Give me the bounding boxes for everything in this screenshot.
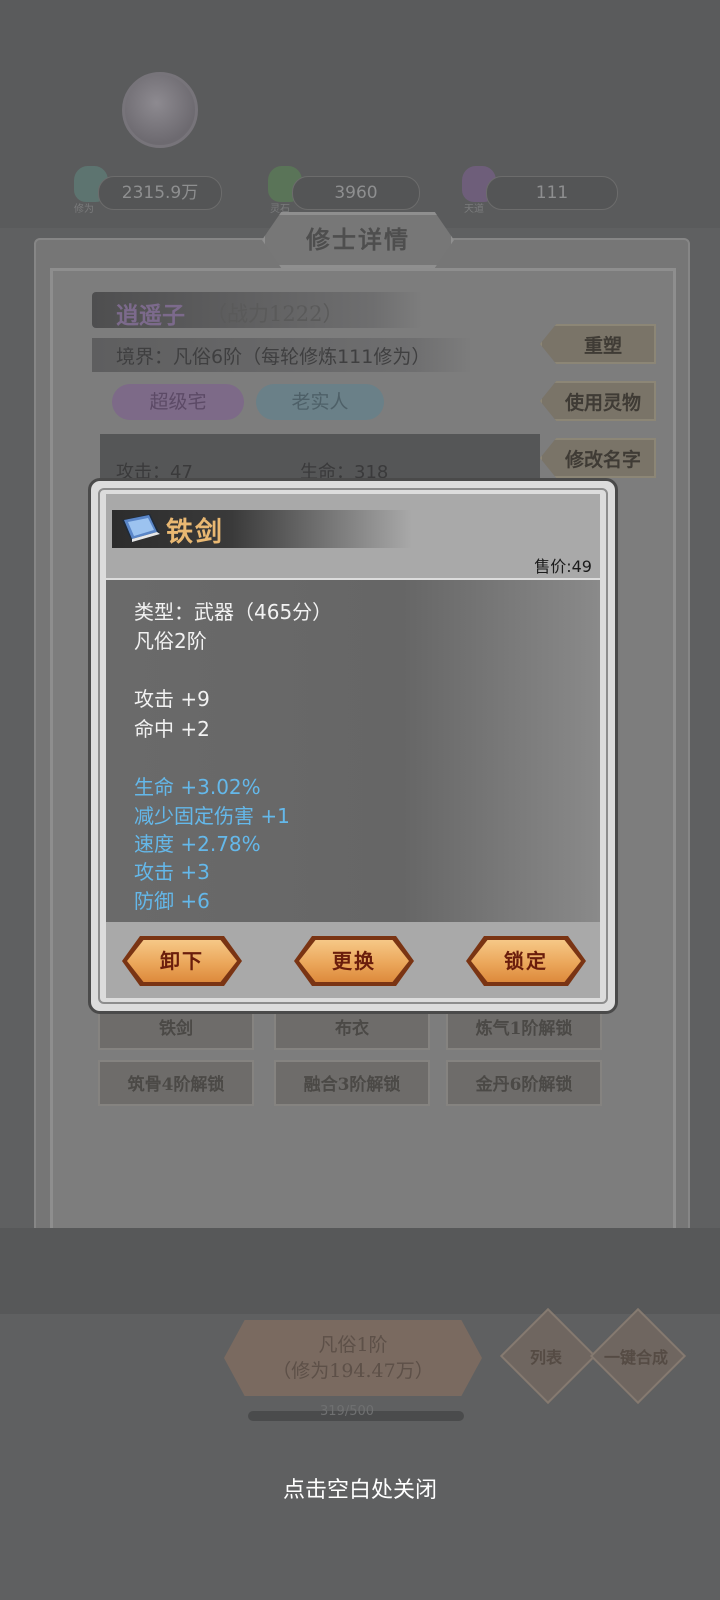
unequip-label: 卸下 xyxy=(127,940,237,982)
resource-spirit-stone: 3960 xyxy=(292,176,420,210)
extra-stat: 生命 +3.02% xyxy=(134,775,261,799)
resource-cultivation-label: 修为 xyxy=(74,204,94,215)
replace-button[interactable]: 更换 xyxy=(294,936,414,986)
trait-tag: 超级宅 xyxy=(112,384,244,420)
sell-price: 售价:49 xyxy=(534,557,592,576)
item-type: 类型：武器（465分） xyxy=(134,600,333,624)
unequip-button[interactable]: 卸下 xyxy=(122,936,242,986)
extra-stat: 防御 +6 xyxy=(134,889,210,913)
combat-power: （战力1222） xyxy=(206,302,344,326)
equip-slot[interactable]: 融合3阶解锁 xyxy=(274,1060,430,1106)
replace-label: 更换 xyxy=(299,940,409,982)
bottom-band xyxy=(0,1228,720,1314)
breakthrough-button[interactable]: 凡俗1阶 （修为194.47万） xyxy=(224,1320,482,1396)
rename-button[interactable]: 修改名字 xyxy=(540,438,656,478)
base-stat: 攻击 +9 xyxy=(134,687,210,711)
equip-slot[interactable]: 筑骨4阶解锁 xyxy=(98,1060,254,1106)
cultivator-name: 逍遥子 xyxy=(116,302,185,329)
one-click-merge-label: 一键合成 xyxy=(603,1348,668,1367)
item-name: 铁剑 xyxy=(166,517,224,548)
lock-label: 锁定 xyxy=(471,940,581,982)
trait-tag: 老实人 xyxy=(256,384,384,420)
item-grade: 凡俗2阶 xyxy=(134,629,207,653)
lock-button[interactable]: 锁定 xyxy=(466,936,586,986)
realm-line: 境界：凡俗6阶（每轮修炼111修为） xyxy=(116,346,431,368)
player-avatar[interactable] xyxy=(122,72,198,148)
extra-stat: 减少固定伤害 +1 xyxy=(134,804,290,828)
resource-heaven-dao-label: 天道 xyxy=(464,204,484,215)
resource-heaven-dao: 111 xyxy=(486,176,618,210)
resource-cultivation: 2315.9万 xyxy=(98,176,222,210)
reshape-button[interactable]: 重塑 xyxy=(540,324,656,364)
breakthrough-realm: 凡俗1阶 xyxy=(318,1334,388,1356)
close-hint[interactable]: 点击空白处关闭 xyxy=(0,1472,720,1504)
equip-slot[interactable]: 金丹6阶解锁 xyxy=(446,1060,602,1106)
progress-text: 319/500 xyxy=(320,1404,375,1419)
breakthrough-cost: （修为194.47万） xyxy=(272,1360,434,1382)
base-stat: 命中 +2 xyxy=(134,717,210,741)
extra-stat: 攻击 +3 xyxy=(134,860,210,884)
panel-title: 修士详情 xyxy=(262,212,454,268)
book-icon xyxy=(122,514,160,542)
use-spirit-item-button[interactable]: 使用灵物 xyxy=(540,381,656,421)
list-label: 列表 xyxy=(529,1348,562,1367)
extra-stat: 速度 +2.78% xyxy=(134,832,261,856)
